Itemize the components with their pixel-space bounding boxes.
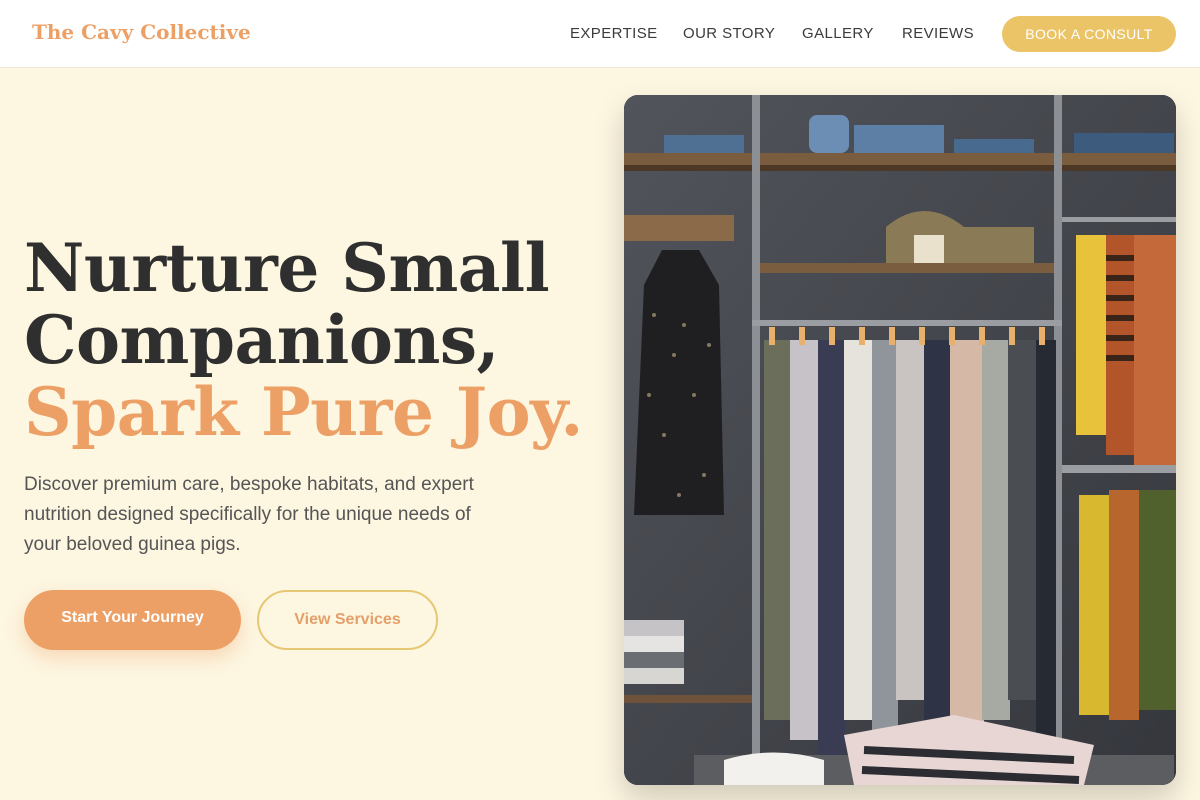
- hero-subtitle: Discover premium care, bespoke habitats,…: [24, 474, 474, 555]
- hero-heading-line-1: Nurture Small: [24, 229, 550, 307]
- nav-link-gallery[interactable]: GALLERY: [802, 25, 874, 42]
- clothing-rack-photo: [624, 95, 1176, 785]
- nav-link-our-story[interactable]: OUR STORY: [683, 25, 775, 42]
- hero-heading: Nurture Small Companions, Spark Pure Joy…: [24, 232, 604, 448]
- hero-heading-line-2: Companions,: [24, 301, 500, 379]
- hero-image: [624, 95, 1176, 785]
- hero-heading-accent: Spark Pure Joy.: [24, 373, 583, 451]
- top-navbar: The Cavy Collective EXPERTISE OUR STORY …: [0, 0, 1200, 68]
- nav-link-expertise[interactable]: EXPERTISE: [570, 25, 658, 42]
- nav-link-reviews[interactable]: REVIEWS: [902, 25, 974, 42]
- book-consult-button[interactable]: BOOK A CONSULT: [1002, 16, 1176, 52]
- view-services-button[interactable]: View Services: [257, 590, 438, 650]
- start-journey-button[interactable]: Start Your Journey: [24, 590, 241, 650]
